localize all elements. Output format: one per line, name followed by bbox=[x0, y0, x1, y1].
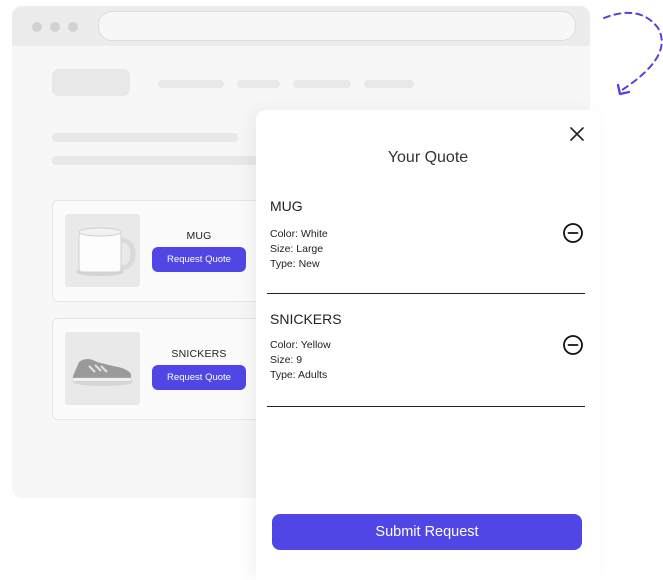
browser-toolbar bbox=[12, 6, 590, 46]
product-name: MUG bbox=[186, 230, 212, 242]
item-attribute: Type: Adults bbox=[270, 369, 328, 381]
item-divider bbox=[267, 406, 585, 407]
quote-item-name: MUG bbox=[270, 198, 303, 214]
text-placeholder bbox=[52, 133, 238, 142]
address-bar[interactable] bbox=[98, 11, 576, 41]
logo-placeholder bbox=[52, 69, 130, 96]
product-card-mug: MUG Request Quote bbox=[52, 200, 284, 302]
item-attribute: Size: Large bbox=[270, 243, 324, 255]
item-attribute: Color: Yellow bbox=[270, 339, 331, 351]
product-name: SNICKERS bbox=[171, 348, 227, 360]
item-divider bbox=[267, 293, 585, 294]
text-placeholder bbox=[52, 156, 282, 165]
mug-image bbox=[65, 214, 140, 287]
item-attribute: Color: White bbox=[270, 228, 328, 240]
minus-circle-icon bbox=[563, 223, 583, 243]
request-quote-button[interactable]: Request Quote bbox=[152, 365, 246, 390]
minus-circle-icon bbox=[563, 335, 583, 355]
item-attribute: Size: 9 bbox=[270, 354, 303, 366]
nav-placeholder bbox=[158, 80, 224, 88]
close-icon[interactable] bbox=[568, 125, 586, 143]
nav-placeholder bbox=[293, 80, 351, 88]
quote-panel: Your Quote MUG Color: White Size: Large … bbox=[256, 110, 600, 580]
dashed-curved-arrow-icon bbox=[603, 11, 663, 96]
remove-item-button[interactable] bbox=[562, 222, 584, 244]
nav-placeholder bbox=[237, 80, 280, 88]
sneaker-image bbox=[65, 332, 140, 405]
window-control-dot bbox=[68, 22, 78, 32]
window-control-dot bbox=[32, 22, 42, 32]
product-card-snickers: SNICKERS Request Quote bbox=[52, 318, 284, 420]
submit-request-button[interactable]: Submit Request bbox=[272, 514, 582, 550]
window-control-dot bbox=[50, 22, 60, 32]
panel-title: Your Quote bbox=[387, 149, 469, 166]
nav-placeholder bbox=[364, 80, 414, 88]
item-attribute: Type: New bbox=[270, 258, 320, 270]
remove-item-button[interactable] bbox=[562, 334, 584, 356]
quote-item-name: SNICKERS bbox=[270, 311, 342, 327]
request-quote-button[interactable]: Request Quote bbox=[152, 247, 246, 272]
